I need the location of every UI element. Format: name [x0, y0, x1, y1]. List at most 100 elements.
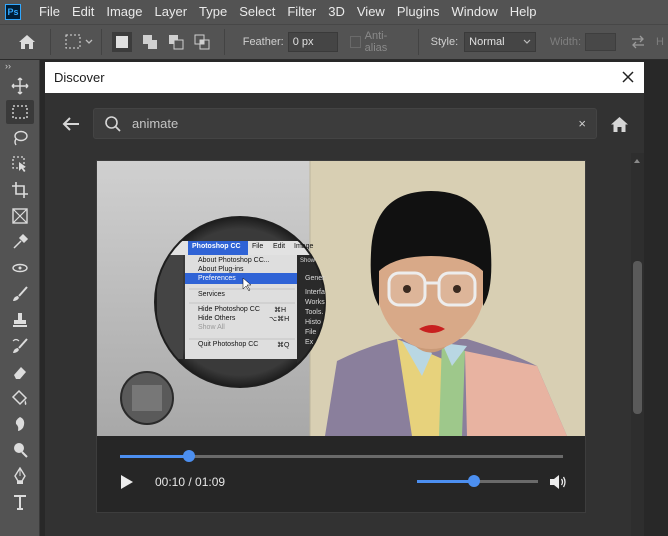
video-peek-text: Gener — [305, 275, 325, 282]
video-menu-item: Show All — [198, 324, 225, 331]
video-menu-file: File — [252, 243, 264, 250]
width-input[interactable] — [585, 33, 617, 51]
swap-icon[interactable] — [630, 35, 646, 49]
frame-icon[interactable] — [6, 204, 34, 228]
video-menu-image: Image — [294, 243, 314, 250]
video-menu-item: Preferences — [198, 275, 236, 282]
discover-dialog: Discover animate × Photoshop CC File Edi… — [45, 62, 644, 536]
video-peek-text: File — [305, 329, 317, 336]
video-menu-item: About Photoshop CC... — [198, 257, 270, 264]
feather-input[interactable]: 0 px — [287, 32, 338, 52]
menu-plugins[interactable]: Plugins — [391, 0, 446, 24]
menu-view[interactable]: View — [351, 0, 391, 24]
options-bar: Feather: 0 px Anti-alias Style: Normal W… — [0, 24, 668, 60]
brush-icon[interactable] — [6, 282, 34, 306]
video-menu-item: Hide Others — [198, 315, 236, 322]
time-separator: / — [185, 475, 196, 489]
menu-image[interactable]: Image — [100, 0, 148, 24]
dodge-icon[interactable] — [6, 438, 34, 462]
scroll-thumb[interactable] — [633, 261, 642, 414]
video-menu-app: Photoshop CC — [192, 243, 241, 250]
speaker-icon[interactable] — [549, 474, 567, 490]
search-query[interactable]: animate — [132, 109, 178, 138]
menu-3d[interactable]: 3D — [322, 0, 351, 24]
video-player: Photoshop CC File Edit Image About Photo… — [96, 160, 586, 513]
seek-handle[interactable] — [183, 450, 196, 462]
video-peek-text: Works — [305, 299, 325, 306]
search-icon — [104, 115, 122, 133]
move-icon[interactable] — [6, 74, 34, 98]
clear-search-button[interactable]: × — [578, 109, 586, 138]
video-peek-text: Show — [300, 258, 316, 264]
add-selection-icon[interactable] — [142, 34, 158, 50]
dialog-title: Discover — [54, 70, 105, 85]
close-icon[interactable] — [620, 69, 636, 85]
menu-bar: Ps File Edit Image Layer Type Select Fil… — [0, 0, 668, 24]
video-peek-text: Ex — [305, 339, 314, 346]
video-peek-text: Histo — [305, 319, 321, 326]
collapse-toggle[interactable]: ›› — [0, 60, 39, 72]
type-icon[interactable] — [6, 490, 34, 514]
style-select[interactable]: Normal — [464, 32, 536, 52]
time-display: 00:10 / 01:09 — [155, 474, 225, 490]
object-select-icon[interactable] — [6, 152, 34, 176]
healing-icon[interactable] — [6, 256, 34, 280]
player-controls: 00:10 / 01:09 — [97, 436, 585, 512]
video-frame[interactable]: Photoshop CC File Edit Image About Photo… — [97, 161, 585, 436]
volume-slider[interactable] — [417, 475, 538, 487]
video-menu-item: Hide Photoshop CC — [198, 306, 260, 313]
home-icon[interactable] — [610, 115, 629, 134]
style-label: Style: — [430, 36, 459, 48]
video-menu-shortcut: ⌘H — [274, 307, 287, 314]
feather-label: Feather: — [242, 36, 284, 48]
seek-bar-fill — [120, 455, 190, 458]
menu-type[interactable]: Type — [193, 0, 233, 24]
paint-bucket-icon[interactable] — [6, 386, 34, 410]
current-time: 00:10 — [155, 475, 186, 489]
menu-file[interactable]: File — [33, 0, 66, 24]
video-peek-text: Tools. — [305, 309, 324, 316]
back-arrow-icon[interactable] — [61, 114, 81, 134]
video-menu-item: Quit Photoshop CC — [198, 341, 259, 348]
dialog-scrollbar[interactable] — [631, 153, 644, 536]
video-menu-item: About Plug-ins — [198, 266, 244, 273]
video-menu-text: Photoshop CC File Edit Image About Photo… — [97, 161, 585, 436]
seek-bar[interactable] — [120, 450, 563, 462]
marquee-preset-icon[interactable] — [65, 34, 95, 50]
subtract-selection-icon[interactable] — [168, 34, 184, 50]
chevron-down-icon — [523, 39, 531, 45]
search-row: animate × — [45, 93, 644, 153]
menu-window[interactable]: Window — [445, 0, 503, 24]
intersect-selection-icon[interactable] — [194, 34, 210, 50]
menu-layer[interactable]: Layer — [149, 0, 194, 24]
style-select-value: Normal — [469, 36, 505, 48]
scroll-up-arrow[interactable] — [634, 159, 640, 163]
menu-edit[interactable]: Edit — [66, 0, 100, 24]
play-icon[interactable] — [119, 474, 135, 490]
video-peek-text: Interfa — [305, 289, 325, 296]
dialog-title-bar: Discover — [45, 62, 644, 93]
lasso-icon[interactable] — [6, 126, 34, 150]
history-brush-icon[interactable] — [6, 334, 34, 358]
video-menu-edit: Edit — [273, 243, 286, 250]
width-label: Width: — [549, 36, 582, 48]
search-input[interactable]: animate × — [93, 108, 597, 139]
marquee-icon[interactable] — [6, 100, 34, 124]
duration: 01:09 — [195, 475, 226, 489]
menu-select[interactable]: Select — [233, 0, 281, 24]
eyedropper-icon[interactable] — [6, 230, 34, 254]
stamp-icon[interactable] — [6, 308, 34, 332]
new-selection-icon[interactable] — [111, 32, 132, 52]
antialias-label: Anti-alias — [364, 30, 388, 54]
menu-help[interactable]: Help — [504, 0, 543, 24]
video-menu-item: Services — [198, 291, 225, 298]
home-icon[interactable] — [18, 34, 36, 50]
crop-icon[interactable] — [6, 178, 34, 202]
pen-icon[interactable] — [6, 464, 34, 488]
height-label: H — [656, 36, 664, 48]
volume-handle[interactable] — [467, 475, 480, 487]
eraser-icon[interactable] — [6, 360, 34, 384]
antialias-checkbox[interactable] — [349, 36, 361, 48]
menu-filter[interactable]: Filter — [281, 0, 322, 24]
smudge-icon[interactable] — [6, 412, 34, 436]
